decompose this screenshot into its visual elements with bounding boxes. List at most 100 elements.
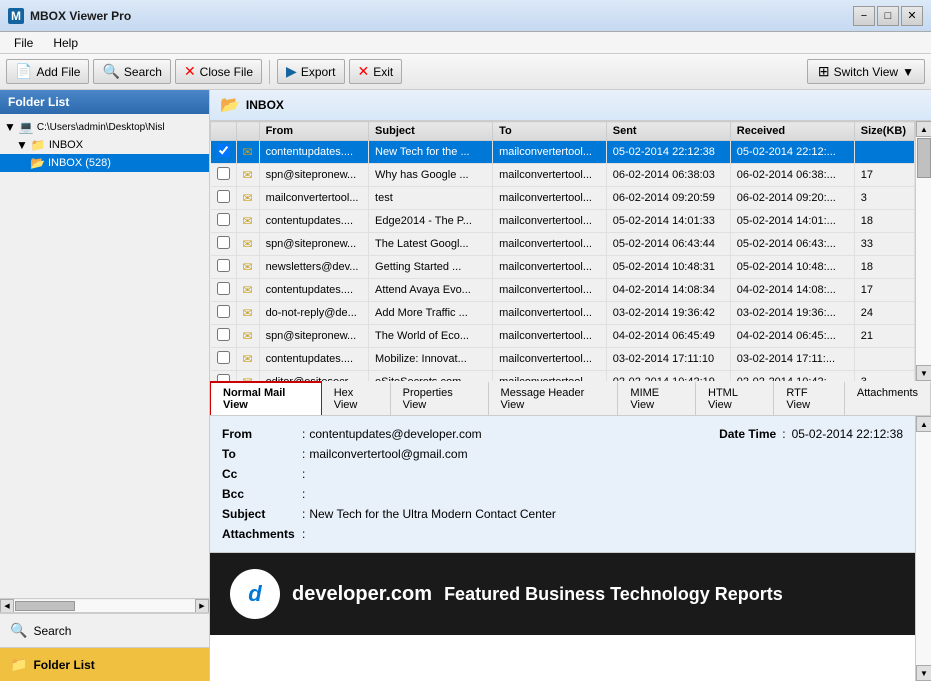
table-row[interactable]: ✉ contentupdates.... Attend Avaya Evo...… bbox=[211, 279, 915, 302]
menu-help[interactable]: Help bbox=[45, 34, 86, 52]
sidebar-tab-folder-list[interactable]: 📁 Folder List bbox=[0, 647, 209, 681]
table-row[interactable]: ✉ contentupdates.... New Tech for the ..… bbox=[211, 141, 915, 164]
preview-tab-attachments[interactable]: Attachments bbox=[845, 381, 931, 415]
preview-tab-hex-view[interactable]: Hex View bbox=[322, 381, 391, 415]
folder-item-inbox[interactable]: 📂 INBOX (528) bbox=[0, 154, 209, 172]
col-size[interactable]: Size(KB) bbox=[854, 122, 914, 141]
row-checkbox[interactable] bbox=[211, 164, 237, 187]
preview-scroll-track[interactable] bbox=[916, 432, 931, 665]
col-received[interactable]: Received bbox=[730, 122, 854, 141]
table-row[interactable]: ✉ spn@sitepronew... The Latest Googl... … bbox=[211, 233, 915, 256]
row-sent: 05-02-2014 22:12:38 bbox=[606, 141, 730, 164]
preview-scroll-up[interactable]: ▲ bbox=[916, 416, 931, 432]
export-icon: ▶ bbox=[286, 63, 297, 80]
email-icon: ✉ bbox=[243, 283, 253, 297]
preview-tabs: Normal Mail ViewHex ViewProperties ViewM… bbox=[210, 381, 931, 416]
meta-attachments-label: Attachments bbox=[222, 527, 302, 541]
meta-to-row: To : mailconvertertool@gmail.com bbox=[222, 444, 683, 464]
row-received: 05-02-2014 10:48:... bbox=[730, 256, 854, 279]
folder-item-drive[interactable]: ▼ 💻 C:\Users\admin\Desktop\Nisl bbox=[0, 118, 209, 136]
preview-tab-rtf-view[interactable]: RTF View bbox=[774, 381, 844, 415]
row-from: spn@sitepronew... bbox=[259, 233, 368, 256]
table-row[interactable]: ✉ spn@sitepronew... Why has Google ... m… bbox=[211, 164, 915, 187]
table-row[interactable]: ✉ contentupdates.... Edge2014 - The P...… bbox=[211, 210, 915, 233]
sidebar-scroll-track[interactable] bbox=[14, 600, 195, 612]
close-file-button[interactable]: ✕ Close File bbox=[175, 59, 262, 84]
add-file-button[interactable]: 📄 Add File bbox=[6, 59, 89, 84]
scroll-track[interactable] bbox=[916, 137, 931, 365]
switch-view-button[interactable]: ⊞ Switch View ▼ bbox=[807, 59, 925, 84]
row-checkbox[interactable] bbox=[211, 210, 237, 233]
minimize-button[interactable]: − bbox=[853, 6, 875, 26]
scroll-up-arrow[interactable]: ▲ bbox=[916, 121, 931, 137]
preview-tab-html-view[interactable]: HTML View bbox=[696, 381, 774, 415]
row-size: 18 bbox=[854, 210, 914, 233]
row-checkbox[interactable] bbox=[211, 256, 237, 279]
row-to: mailconvertertool... bbox=[493, 256, 607, 279]
sidebar-tab-search[interactable]: 🔍 Search bbox=[0, 613, 209, 647]
sidebar-scroll-left[interactable]: ◀ bbox=[0, 599, 14, 613]
col-sent[interactable]: Sent bbox=[606, 122, 730, 141]
row-sent: 04-02-2014 14:08:34 bbox=[606, 279, 730, 302]
search-button[interactable]: 🔍 Search bbox=[93, 59, 170, 84]
scroll-down-arrow[interactable]: ▼ bbox=[916, 365, 931, 381]
sidebar-scroll-right[interactable]: ▶ bbox=[195, 599, 209, 613]
row-icon: ✉ bbox=[236, 279, 259, 302]
meta-subject-value: New Tech for the Ultra Modern Contact Ce… bbox=[309, 507, 683, 521]
email-icon: ✉ bbox=[243, 214, 253, 228]
col-from[interactable]: From bbox=[259, 122, 368, 141]
table-row[interactable]: ✉ do-not-reply@de... Add More Traffic ..… bbox=[211, 302, 915, 325]
row-checkbox[interactable] bbox=[211, 371, 237, 382]
email-list-scrollbar[interactable]: ▲ ▼ bbox=[915, 121, 931, 381]
col-subject[interactable]: Subject bbox=[369, 122, 493, 141]
row-checkbox[interactable] bbox=[211, 187, 237, 210]
row-checkbox[interactable] bbox=[211, 348, 237, 371]
preview-tab-mime-view[interactable]: MIME View bbox=[618, 381, 696, 415]
sidebar-header: Folder List bbox=[0, 90, 209, 114]
row-size bbox=[854, 348, 914, 371]
row-checkbox[interactable] bbox=[211, 325, 237, 348]
dev-logo: d bbox=[230, 569, 280, 619]
exit-button[interactable]: ✕ Exit bbox=[349, 59, 403, 84]
meta-bcc-label: Bcc bbox=[222, 487, 302, 501]
content-area: 📂 INBOX From Subject To Sent Received bbox=[210, 90, 931, 681]
folder-item-inbox-root[interactable]: ▼ 📁 INBOX bbox=[0, 136, 209, 154]
row-sent: 06-02-2014 06:38:03 bbox=[606, 164, 730, 187]
row-sent: 03-02-2014 17:11:10 bbox=[606, 348, 730, 371]
maximize-button[interactable]: □ bbox=[877, 6, 899, 26]
col-icon[interactable] bbox=[236, 122, 259, 141]
meta-subject-row: Subject : New Tech for the Ultra Modern … bbox=[222, 504, 683, 524]
preview-tab-message-header-view[interactable]: Message Header View bbox=[489, 381, 619, 415]
email-table: From Subject To Sent Received Size(KB) ✉… bbox=[210, 121, 915, 381]
meta-datetime-row: Date Time : 05-02-2014 22:12:38 bbox=[693, 424, 903, 444]
row-checkbox[interactable] bbox=[211, 279, 237, 302]
preview-tab-properties-view[interactable]: Properties View bbox=[391, 381, 489, 415]
preview-scrollbar[interactable]: ▲ ▼ bbox=[915, 416, 931, 681]
email-icon: ✉ bbox=[243, 145, 253, 159]
row-checkbox[interactable] bbox=[211, 141, 237, 164]
menu-file[interactable]: File bbox=[6, 34, 41, 52]
row-checkbox[interactable] bbox=[211, 302, 237, 325]
row-size bbox=[854, 141, 914, 164]
row-sent: 03-02-2014 19:36:42 bbox=[606, 302, 730, 325]
sidebar-h-scrollbar[interactable]: ◀ ▶ bbox=[0, 598, 209, 612]
col-checkbox[interactable] bbox=[211, 122, 237, 141]
email-icon: ✉ bbox=[243, 352, 253, 366]
meta-from-row: From : contentupdates@developer.com bbox=[222, 424, 683, 444]
row-icon: ✉ bbox=[236, 233, 259, 256]
preview-tab-normal-mail-view[interactable]: Normal Mail View bbox=[210, 381, 322, 415]
table-row[interactable]: ✉ spn@sitepronew... The World of Eco... … bbox=[211, 325, 915, 348]
table-row[interactable]: ✉ contentupdates.... Mobilize: Innovat..… bbox=[211, 348, 915, 371]
table-row[interactable]: ✉ editor@esitesecr... eSiteSecrets.com .… bbox=[211, 371, 915, 382]
table-row[interactable]: ✉ newsletters@dev... Getting Started ...… bbox=[211, 256, 915, 279]
col-to[interactable]: To bbox=[493, 122, 607, 141]
close-button[interactable]: ✕ bbox=[901, 6, 923, 26]
row-received: 04-02-2014 14:08:... bbox=[730, 279, 854, 302]
export-button[interactable]: ▶ Export bbox=[277, 59, 344, 84]
inbox-title: INBOX bbox=[246, 98, 284, 112]
email-list-main[interactable]: From Subject To Sent Received Size(KB) ✉… bbox=[210, 121, 915, 381]
preview-scroll-down[interactable]: ▼ bbox=[916, 665, 931, 681]
row-checkbox[interactable] bbox=[211, 233, 237, 256]
scroll-thumb[interactable] bbox=[917, 138, 931, 178]
table-row[interactable]: ✉ mailconvertertool... test mailconverte… bbox=[211, 187, 915, 210]
